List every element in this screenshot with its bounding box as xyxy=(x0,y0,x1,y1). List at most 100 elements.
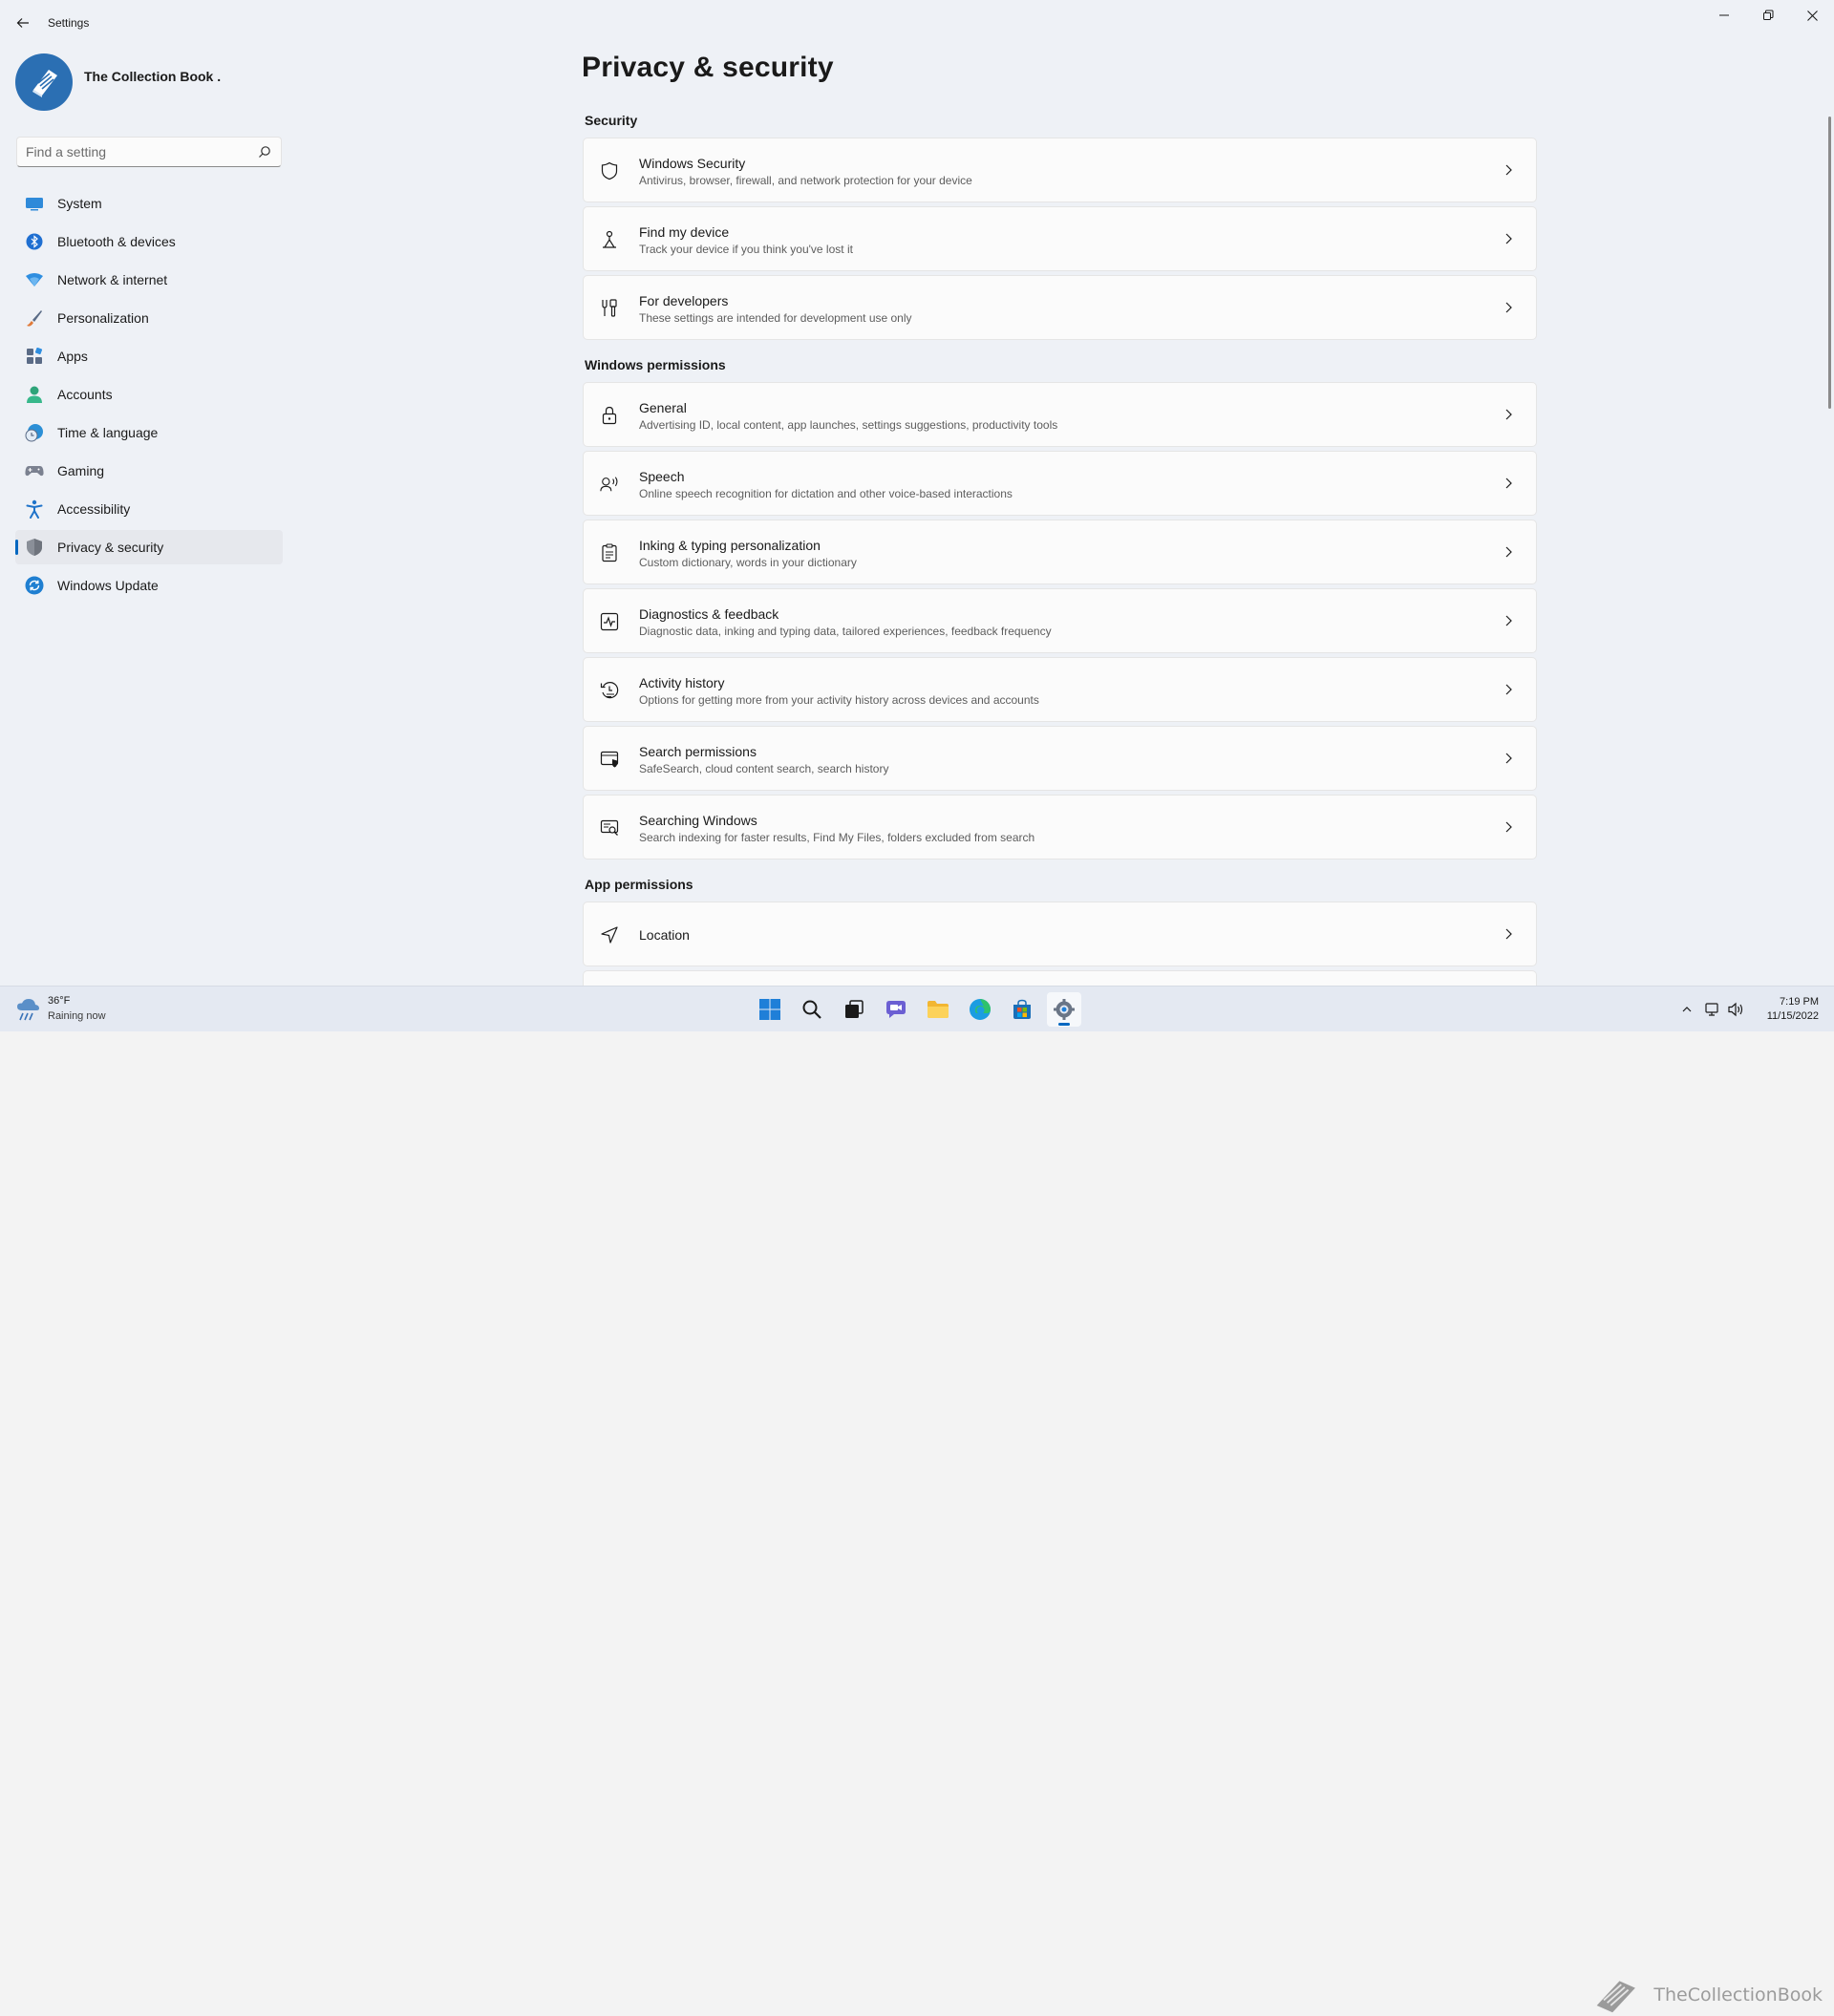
close-icon xyxy=(1806,10,1818,21)
search-icon xyxy=(802,1000,821,1019)
apps-icon xyxy=(25,347,44,366)
edge-button[interactable] xyxy=(963,992,997,1027)
back-arrow-icon xyxy=(16,18,29,28)
restore-button[interactable] xyxy=(1746,0,1790,31)
weather-widget[interactable]: 36°F Raining now xyxy=(15,994,130,1027)
sidebar-item-label: Gaming xyxy=(57,463,105,478)
search-box[interactable] xyxy=(16,137,282,167)
sidebar-item-label: Accessibility xyxy=(57,501,131,517)
sidebar-item-gaming[interactable]: Gaming xyxy=(15,454,283,488)
card-inking-typing[interactable]: Inking & typing personalization Custom d… xyxy=(583,520,1537,584)
close-button[interactable] xyxy=(1790,0,1834,31)
accessibility-icon xyxy=(25,499,44,519)
card-search-permissions[interactable]: Search permissions SafeSearch, cloud con… xyxy=(583,726,1537,791)
card-speech[interactable]: Speech Online speech recognition for dic… xyxy=(583,451,1537,516)
chevron-right-icon xyxy=(1505,302,1512,313)
card-windows-security[interactable]: Windows Security Antivirus, browser, fir… xyxy=(583,138,1537,202)
sidebar-item-label: Personalization xyxy=(57,310,149,326)
start-button[interactable] xyxy=(753,992,787,1027)
card-subtitle: Custom dictionary, words in your diction… xyxy=(639,556,857,569)
chevron-right-icon xyxy=(1505,615,1512,626)
sidebar-item-apps[interactable]: Apps xyxy=(15,339,283,373)
book-logo-icon xyxy=(32,70,57,97)
card-title: For developers xyxy=(639,293,729,308)
card-diagnostics-feedback[interactable]: Diagnostics & feedback Diagnostic data, … xyxy=(583,588,1537,653)
diagnostics-icon xyxy=(600,612,619,631)
card-title: Inking & typing personalization xyxy=(639,538,821,553)
section-heading-security: Security xyxy=(585,113,638,128)
settings-taskbar-button[interactable] xyxy=(1047,992,1081,1027)
sidebar-item-label: Privacy & security xyxy=(57,540,164,555)
sidebar-item-privacy-security[interactable]: Privacy & security xyxy=(15,530,283,564)
sidebar-item-personalization[interactable]: Personalization xyxy=(15,301,283,335)
rain-cloud-icon xyxy=(17,999,39,1021)
minimize-icon xyxy=(1719,14,1729,16)
sidebar-item-network[interactable]: Network & internet xyxy=(15,263,283,297)
back-button[interactable] xyxy=(11,11,34,34)
update-icon xyxy=(25,576,44,595)
sidebar-item-label: Bluetooth & devices xyxy=(57,234,176,249)
windows-logo-icon xyxy=(759,999,780,1020)
find-device-icon xyxy=(600,230,619,249)
card-location[interactable]: Location xyxy=(583,902,1537,966)
scrollbar[interactable] xyxy=(1828,117,1831,409)
speech-icon xyxy=(600,475,619,494)
brush-icon xyxy=(25,308,44,328)
card-subtitle: Diagnostic data, inking and typing data,… xyxy=(639,625,1052,638)
chevron-right-icon xyxy=(1505,821,1512,833)
task-view-button[interactable] xyxy=(837,992,871,1027)
chevron-right-icon xyxy=(1505,477,1512,489)
store-button[interactable] xyxy=(1005,992,1039,1027)
card-title: Diagnostics & feedback xyxy=(639,606,779,622)
sidebar-item-windows-update[interactable]: Windows Update xyxy=(15,568,283,603)
app-title: Settings xyxy=(48,16,90,30)
book-watermark-icon xyxy=(1596,1981,1635,2013)
taskbar-search-button[interactable] xyxy=(795,992,829,1027)
sidebar-item-bluetooth[interactable]: Bluetooth & devices xyxy=(15,224,283,259)
location-icon xyxy=(600,925,619,944)
watermark-text: TheCollectionBook xyxy=(1653,1984,1823,2005)
system-tray xyxy=(1681,998,1758,1021)
watermark-logo: TheCollectionBook xyxy=(1593,1974,1823,2016)
card-for-developers[interactable]: For developers These settings are intend… xyxy=(583,275,1537,340)
card-find-my-device[interactable]: Find my device Track your device if you … xyxy=(583,206,1537,271)
card-next-partial[interactable] xyxy=(583,970,1537,986)
profile-name: The Collection Book . xyxy=(84,69,222,84)
card-subtitle: Options for getting more from your activ… xyxy=(639,693,1039,707)
weather-condition: Raining now xyxy=(48,1010,106,1022)
avatar[interactable] xyxy=(15,53,73,111)
network-icon[interactable] xyxy=(1704,1002,1719,1017)
task-view-icon xyxy=(845,1000,864,1018)
restore-icon xyxy=(1763,10,1774,20)
chevron-up-icon[interactable] xyxy=(1681,1004,1693,1015)
sidebar-item-system[interactable]: System xyxy=(15,186,283,221)
sidebar-item-accounts[interactable]: Accounts xyxy=(15,377,283,412)
search-input[interactable] xyxy=(17,138,246,166)
search-icon[interactable] xyxy=(258,145,271,159)
card-searching-windows[interactable]: Searching Windows Search indexing for fa… xyxy=(583,795,1537,859)
sidebar-item-accessibility[interactable]: Accessibility xyxy=(15,492,283,526)
clock[interactable]: 7:19 PM 11/15/2022 xyxy=(1767,995,1819,1024)
card-subtitle: Online speech recognition for dictation … xyxy=(639,487,1013,500)
card-title: Searching Windows xyxy=(639,813,757,828)
chevron-right-icon xyxy=(1505,409,1512,420)
volume-icon[interactable] xyxy=(1727,1002,1744,1017)
card-title: Speech xyxy=(639,469,685,484)
section-heading-app-permissions: App permissions xyxy=(585,877,693,892)
chat-button[interactable] xyxy=(879,992,913,1027)
gaming-icon xyxy=(25,461,44,480)
card-general[interactable]: General Advertising ID, local content, a… xyxy=(583,382,1537,447)
sidebar-item-label: Network & internet xyxy=(57,272,168,287)
sidebar-item-label: Accounts xyxy=(57,387,113,402)
sidebar-item-time-language[interactable]: Time & language xyxy=(15,415,283,450)
chat-icon xyxy=(886,1001,906,1018)
card-activity-history[interactable]: Activity history Options for getting mor… xyxy=(583,657,1537,722)
taskbar: 36°F Raining now TheCollectionBook 7:19 … xyxy=(0,986,1834,2013)
title-bar: Settings xyxy=(0,0,1834,46)
minimize-button[interactable] xyxy=(1702,0,1746,31)
card-title: Windows Security xyxy=(639,156,746,171)
chevron-right-icon xyxy=(1505,233,1512,244)
card-title: Find my device xyxy=(639,224,730,240)
file-explorer-button[interactable] xyxy=(921,992,955,1027)
weather-temperature: 36°F xyxy=(48,995,71,1007)
